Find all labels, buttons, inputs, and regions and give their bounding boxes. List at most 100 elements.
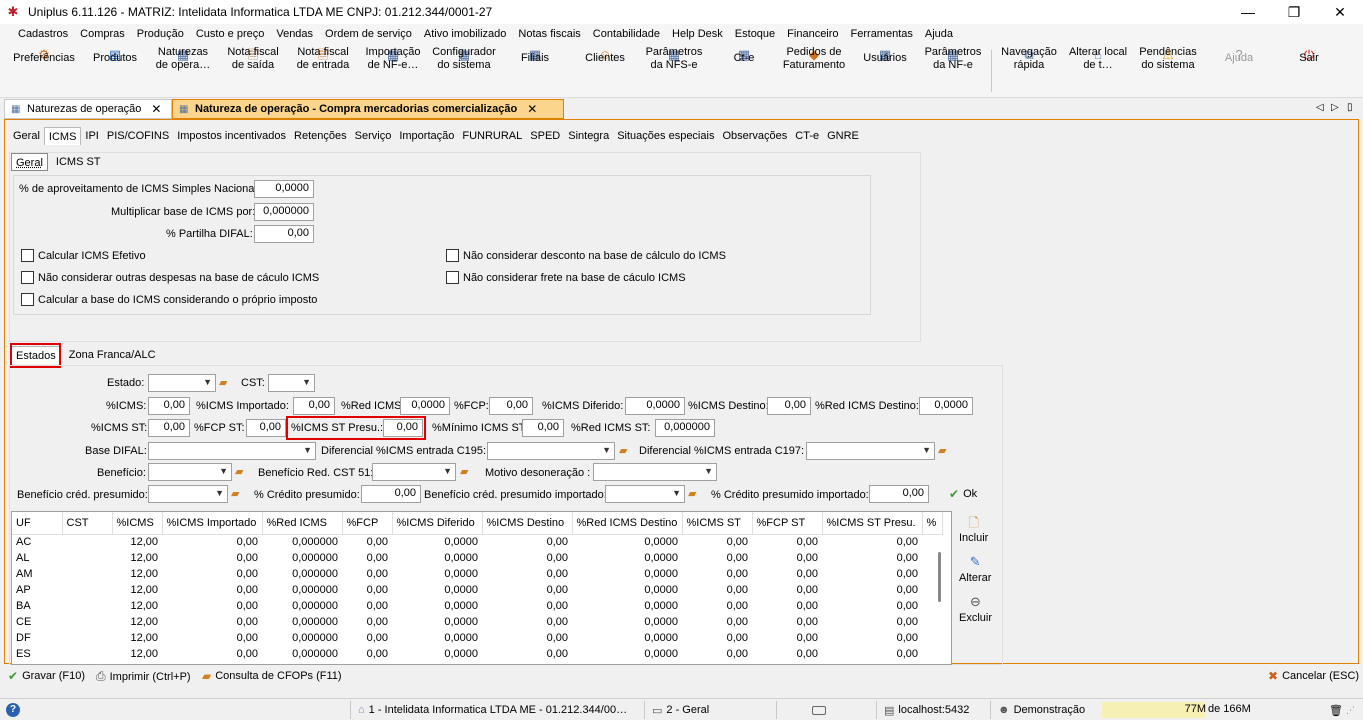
table-row[interactable]: AM 12,00 0,00 0,000000 0,00 0,0000 0,00 0,0000 0… <box>12 566 942 582</box>
toolbar-nf-entrada-button[interactable]: 🗎 Nota fiscal de entrada <box>290 46 356 96</box>
diferencial-c195-select[interactable]: ▼ <box>487 442 615 460</box>
red-icms-st-field[interactable]: 0,000000 <box>655 419 715 437</box>
toolbar-usuarios-button[interactable]: ▦ Usuários <box>852 46 918 96</box>
toolbar-importacao-button[interactable]: ▦ Importação de NF-e… <box>360 46 426 96</box>
tab-icms-geral[interactable]: Geral <box>11 153 48 171</box>
credito-presumido-field[interactable]: 0,00 <box>361 485 421 503</box>
tab-menu-icon[interactable]: ▯ <box>1347 102 1353 113</box>
table-row[interactable]: BA 12,00 0,00 0,000000 0,00 0,0000 0,00 0,0000 0… <box>12 598 942 614</box>
toolbar-sair-button[interactable]: ⏻ Sair <box>1276 46 1342 96</box>
menu-notas-fiscais[interactable]: Notas fiscais <box>512 28 586 40</box>
imprimir-button[interactable]: ⎙ Imprimir (Ctrl+P) <box>96 669 191 684</box>
toolbar-filiais-button[interactable]: ▦ Filiais <box>502 46 568 96</box>
table-row[interactable]: AC 12,00 0,00 0,000000 0,00 0,0000 0,00 0,0000 0… <box>12 534 942 550</box>
beneficio-lookup-icon[interactable]: ▰ <box>235 465 251 479</box>
grid-scrollbar[interactable] <box>935 532 943 602</box>
table-row[interactable]: AP 12,00 0,00 0,000000 0,00 0,0000 0,00 0,0000 0… <box>12 582 942 598</box>
estado-select[interactable]: ▼ <box>148 374 216 392</box>
scrollbar-thumb[interactable] <box>938 552 941 602</box>
toolbar-pedidos-button[interactable]: ◆ Pedidos de Faturamento <box>778 46 850 96</box>
calcular-icms-efetivo-checkbox[interactable]: Calcular ICMS Efetivo <box>21 249 146 262</box>
bcp-importado-lookup-icon[interactable]: ▰ <box>688 487 704 501</box>
tab-sped[interactable]: SPED <box>526 127 564 145</box>
ok-button[interactable]: ✔ Ok <box>949 487 977 501</box>
status-company[interactable]: ⌂ 1 - Intelidata Informatica LTDA ME - 01… <box>358 699 627 720</box>
menu-compras[interactable]: Compras <box>74 28 131 40</box>
fcp-st-field[interactable]: 0,00 <box>246 419 286 437</box>
tab-cte[interactable]: CT-e <box>791 127 823 145</box>
memory-indicator[interactable]: 77M de 166M <box>1102 699 1326 720</box>
toolbar-nf-saida-button[interactable]: 🗎 Nota fiscal de saída <box>220 46 286 96</box>
tab-sintegra[interactable]: Sintegra <box>564 127 613 145</box>
tab-zona-franca[interactable]: Zona Franca/ALC <box>65 346 160 364</box>
grid-column-header[interactable]: %ICMS Destino <box>482 512 573 535</box>
incluir-button[interactable]: 🗋 Incluir <box>959 514 988 544</box>
restore-button[interactable]: ❐ <box>1271 0 1317 24</box>
tab-next-icon[interactable]: ▷ <box>1331 102 1339 113</box>
grid-column-header[interactable]: %ICMS <box>112 512 163 535</box>
tab-gnre[interactable]: GNRE <box>823 127 863 145</box>
beneficio-red-lookup-icon[interactable]: ▰ <box>460 465 476 479</box>
menu-ferramentas[interactable]: Ferramentas <box>845 28 919 40</box>
table-row[interactable]: CE 12,00 0,00 0,000000 0,00 0,0000 0,00 0,0000 0… <box>12 614 942 630</box>
aproveitamento-field[interactable]: 0,0000 <box>254 180 314 198</box>
menu-producao[interactable]: Produção <box>131 28 190 40</box>
gravar-button[interactable]: ✔ Gravar (F10) <box>8 669 85 683</box>
status-module[interactable]: ▭ 2 - Geral <box>652 699 709 720</box>
toolbar-ajuda-button[interactable]: ? Ajuda <box>1206 46 1272 96</box>
toolbar-cte-button[interactable]: ▦ Ct-e <box>712 46 776 96</box>
excluir-button[interactable]: ⊖ Excluir <box>959 594 992 624</box>
motivo-desoneracao-select[interactable]: ▼ <box>593 463 717 481</box>
grid-column-header[interactable]: %FCP ST <box>752 512 823 535</box>
toolbar-naturezas-button[interactable]: ▦ Naturezas de opera… <box>150 46 216 96</box>
tab-servico[interactable]: Serviço <box>351 127 396 145</box>
icms-destino-field[interactable]: 0,00 <box>767 397 811 415</box>
nao-considerar-outras-despesas-checkbox[interactable]: Não considerar outras despesas na base d… <box>21 271 319 284</box>
menu-financeiro[interactable]: Financeiro <box>781 28 844 40</box>
estados-grid[interactable]: UF CST %ICMS %ICMS Importado %Red ICMS %FCP %I… <box>11 511 952 665</box>
minimo-icms-st-field[interactable]: 0,00 <box>522 419 564 437</box>
table-row[interactable]: ES 12,00 0,00 0,000000 0,00 0,0000 0,00 0,0000 0… <box>12 646 942 662</box>
icms-field[interactable]: 0,00 <box>148 397 190 415</box>
nao-considerar-frete-checkbox[interactable]: Não considerar frete na base de cáculo I… <box>446 271 686 284</box>
toolbar-nfse-button[interactable]: ▦ Parâmetros da NFS-e <box>640 46 708 96</box>
tab-pis-cofins[interactable]: PIS/COFINS <box>103 127 173 145</box>
toolbar-configurador-button[interactable]: ▦ Configurador do sistema <box>430 46 498 96</box>
help-status-icon[interactable]: ? <box>6 699 20 720</box>
toolbar-alterar-local-button[interactable]: ⌂ Alterar local de t… <box>1064 46 1132 96</box>
c197-lookup-icon[interactable]: ▰ <box>938 444 954 458</box>
grid-column-header[interactable]: %FCP <box>342 512 393 535</box>
cancelar-button[interactable]: ✖ Cancelar (ESC) <box>1268 669 1359 683</box>
grid-column-header[interactable]: %Red ICMS <box>262 512 343 535</box>
menu-contabilidade[interactable]: Contabilidade <box>587 28 666 40</box>
fcp-field[interactable]: 0,00 <box>489 397 533 415</box>
toolbar-clientes-button[interactable]: ☺ Clientes <box>572 46 638 96</box>
icms-diferido-field[interactable]: 0,0000 <box>625 397 685 415</box>
doc-tab-naturezas[interactable]: ▦ Naturezas de operação ✕ <box>4 99 172 119</box>
icms-importado-field[interactable]: 0,00 <box>293 397 335 415</box>
grid-column-header[interactable]: %ICMS ST Presu. <box>822 512 923 535</box>
beneficio-select[interactable]: ▼ <box>148 463 232 481</box>
calcular-base-proprio-imposto-checkbox[interactable]: Calcular a base do ICMS considerando o p… <box>21 293 317 306</box>
menu-ativo-imobilizado[interactable]: Ativo imobilizado <box>418 28 513 40</box>
grid-column-header[interactable]: %Red ICMS Destino <box>572 512 683 535</box>
multiplicar-field[interactable]: 0,000000 <box>254 203 314 221</box>
table-row[interactable]: AL 12,00 0,00 0,000000 0,00 0,0000 0,00 0,0000 0… <box>12 550 942 566</box>
credito-presumido-importado-field[interactable]: 0,00 <box>869 485 929 503</box>
tab-retencoes[interactable]: Retenções <box>290 127 351 145</box>
tab-geral[interactable]: Geral <box>9 127 44 145</box>
red-icms-destino-field[interactable]: 0,0000 <box>919 397 973 415</box>
beneficio-red-select[interactable]: ▼ <box>372 463 456 481</box>
menu-estoque[interactable]: Estoque <box>729 28 781 40</box>
grid-column-header[interactable]: %ICMS Importado <box>162 512 263 535</box>
red-icms-field[interactable]: 0,0000 <box>400 397 450 415</box>
consulta-cfops-button[interactable]: ▰ Consulta de CFOPs (F11) <box>202 669 342 683</box>
minimize-button[interactable]: — <box>1225 0 1271 24</box>
tab-prev-icon[interactable]: ◁ <box>1316 102 1324 113</box>
grid-column-header[interactable]: % <box>922 512 943 535</box>
menu-ajuda[interactable]: Ajuda <box>919 28 959 40</box>
toolbar-nfe-button[interactable]: ▦ Parâmetros da NF-e <box>920 46 986 96</box>
menu-custo-preco[interactable]: Custo e preço <box>190 28 270 40</box>
close-tab-icon[interactable]: ✕ <box>527 102 537 116</box>
close-tab-icon[interactable]: ✕ <box>151 102 161 116</box>
